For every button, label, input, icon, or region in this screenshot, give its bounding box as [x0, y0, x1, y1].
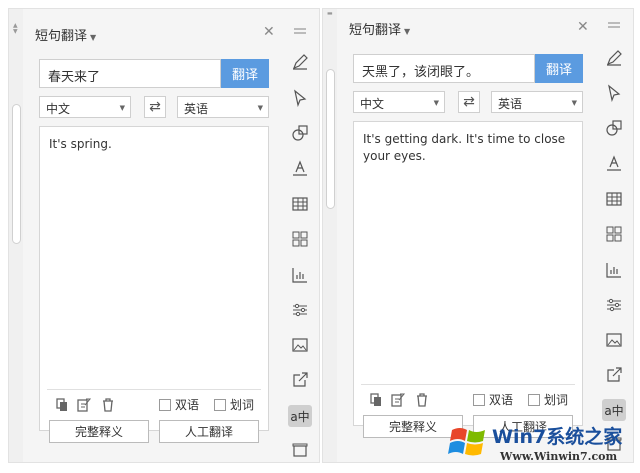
source-language-select[interactable]: 中文 ▼ [39, 96, 131, 118]
image-icon[interactable] [291, 336, 309, 354]
select-word-checkbox[interactable]: 划词 [528, 391, 568, 408]
scroll-handle[interactable] [12, 104, 21, 244]
edit-icon[interactable] [391, 392, 406, 407]
right-toolbar: a中 [599, 9, 629, 462]
source-text-input[interactable]: 天黑了，该闭眼了。 [353, 54, 535, 83]
target-language-select[interactable]: 英语 ▼ [491, 91, 583, 113]
chevron-down-icon: ▼ [571, 99, 577, 107]
select-word-checkbox[interactable]: 划词 [214, 396, 254, 413]
cursor-icon[interactable] [291, 89, 309, 108]
cursor-icon[interactable] [605, 84, 623, 103]
share-icon[interactable] [605, 366, 623, 384]
chevron-down-icon: ▼ [433, 99, 439, 107]
watermark: Win7系统之家 Www.Winwin7.com [448, 420, 636, 468]
chevron-down-icon: ▼ [90, 33, 97, 42]
bilingual-label: 双语 [175, 398, 200, 412]
left-translation-panel: ▲ ▼ 短句翻译 ▼ ✕ 春天来了 翻译 中文 ▼ ⇄ 英语 ▼ It's spring… [8, 8, 320, 463]
source-text-input[interactable]: 春天来了 [39, 59, 221, 88]
copy-icon[interactable] [369, 392, 383, 406]
apps-icon[interactable] [605, 225, 623, 243]
select-word-label: 划词 [230, 398, 255, 412]
menu-icon[interactable] [291, 23, 309, 41]
panel-title[interactable]: 短句翻译 ▼ [349, 19, 410, 38]
translate-icon[interactable]: a中 [602, 399, 626, 421]
text-fill-icon[interactable] [291, 159, 309, 177]
panel-title[interactable]: 短句翻译 ▼ [35, 25, 96, 44]
watermark-brand: Win7系统之家 [492, 426, 623, 448]
watermark-url: Www.Winwin7.com [500, 450, 618, 463]
close-icon[interactable]: ✕ [263, 24, 275, 40]
divider [47, 389, 261, 390]
bilingual-label: 双语 [489, 393, 514, 407]
checkbox-box[interactable] [528, 393, 540, 406]
bilingual-checkbox[interactable]: 双语 [159, 396, 199, 413]
checkbox-box[interactable] [473, 393, 485, 406]
image-icon[interactable] [605, 331, 623, 349]
text-fill-icon[interactable] [605, 154, 623, 172]
translation-result: It's spring. [39, 126, 269, 431]
copy-icon[interactable] [55, 397, 69, 411]
chart-icon[interactable] [605, 261, 623, 279]
sliders-icon[interactable] [291, 301, 309, 319]
chevron-down-icon: ▼ [257, 104, 263, 112]
box-icon[interactable] [291, 441, 309, 459]
pen-icon[interactable] [291, 53, 309, 71]
chart-icon[interactable] [291, 266, 309, 284]
translation-result: It's getting dark. It's time to close yo… [353, 121, 583, 426]
apps-icon[interactable] [291, 230, 309, 248]
checkbox-box[interactable] [159, 398, 171, 411]
delete-icon[interactable] [415, 392, 429, 407]
pen-icon[interactable] [605, 49, 623, 67]
divider [361, 384, 575, 385]
right-toolbar: a中 [285, 9, 315, 462]
scrollbar[interactable]: ▬ [323, 9, 337, 462]
full-definition-button[interactable]: 完整释义 [49, 420, 149, 443]
delete-icon[interactable] [101, 397, 115, 412]
share-icon[interactable] [291, 371, 309, 389]
scrollbar[interactable]: ▲ ▼ [9, 9, 23, 462]
shapes-icon[interactable] [291, 124, 309, 142]
source-language-select[interactable]: 中文 ▼ [353, 91, 445, 113]
menu-icon[interactable] [605, 17, 623, 35]
target-language-select[interactable]: 英语 ▼ [177, 96, 269, 118]
table-icon[interactable] [605, 190, 623, 208]
chevron-down-icon: ▼ [119, 104, 125, 112]
chevron-down-icon: ▼ [404, 27, 411, 36]
grip-icon: ▬ [327, 10, 333, 17]
table-icon[interactable] [291, 195, 309, 213]
grip-icon: ▲ ▼ [13, 22, 18, 35]
scroll-handle[interactable] [326, 69, 335, 209]
swap-languages-button[interactable]: ⇄ [144, 96, 166, 118]
right-translation-panel: ▬ 短句翻译 ▼ ✕ 天黑了，该闭眼了。 翻译 中文 ▼ ⇄ 英语 ▼ It's ge… [322, 8, 634, 463]
translate-button[interactable]: 翻译 [221, 59, 269, 88]
checkbox-box[interactable] [214, 398, 226, 411]
swap-languages-button[interactable]: ⇄ [458, 91, 480, 113]
edit-icon[interactable] [77, 397, 92, 412]
bilingual-checkbox[interactable]: 双语 [473, 391, 513, 408]
select-word-label: 划词 [544, 393, 569, 407]
translate-button[interactable]: 翻译 [535, 54, 583, 83]
close-icon[interactable]: ✕ [577, 19, 589, 35]
sliders-icon[interactable] [605, 296, 623, 314]
shapes-icon[interactable] [605, 119, 623, 137]
human-translate-button[interactable]: 人工翻译 [159, 420, 259, 443]
translate-icon[interactable]: a中 [288, 405, 312, 427]
windows-logo-icon [448, 428, 485, 456]
